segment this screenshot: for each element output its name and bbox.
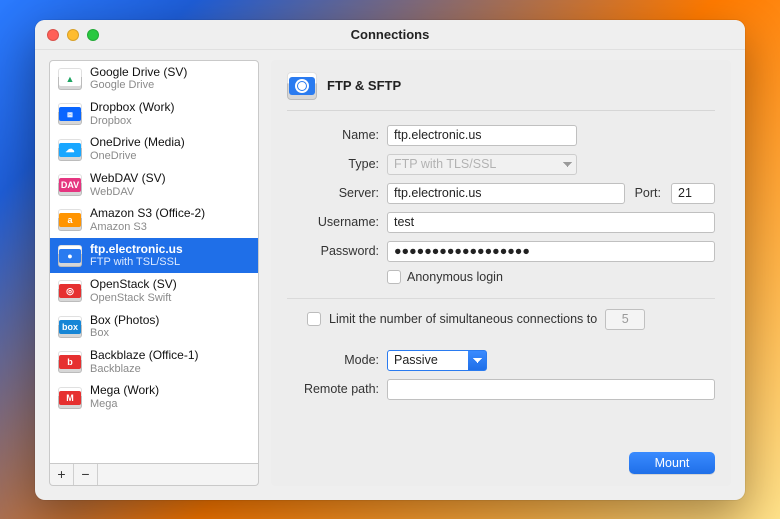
mount-button[interactable]: Mount <box>629 452 715 474</box>
list-item-subtitle: Backblaze <box>90 363 199 376</box>
remote-path-label: Remote path: <box>287 382 379 396</box>
limit-checkbox[interactable] <box>307 312 321 326</box>
connections-window: Connections ▲ Google Drive (SV)Google Dri… <box>35 20 745 500</box>
zoom-icon[interactable] <box>87 29 99 41</box>
box-icon: box <box>58 316 82 338</box>
panel-title: FTP & SFTP <box>327 78 401 93</box>
anonymous-login-row[interactable]: Anonymous login <box>387 270 715 284</box>
remove-connection-button[interactable]: − <box>74 464 98 485</box>
connection-form: Name: Type: FTP with TLS/SSL Server: Por… <box>287 125 715 400</box>
add-connection-button[interactable]: + <box>50 464 74 485</box>
limit-field[interactable] <box>605 309 645 330</box>
minimize-icon[interactable] <box>67 29 79 41</box>
list-item-title: Dropbox (Work) <box>90 101 174 115</box>
list-item[interactable]: ◎ OpenStack (SV)OpenStack Swift <box>50 273 258 308</box>
list-item-subtitle: Mega <box>90 398 159 411</box>
password-label: Password: <box>287 244 379 258</box>
port-field[interactable] <box>671 183 715 204</box>
mega-icon: M <box>58 387 82 409</box>
password-field[interactable] <box>387 241 715 262</box>
type-label: Type: <box>287 157 379 171</box>
list-item[interactable]: box Box (Photos)Box <box>50 309 258 344</box>
list-item[interactable]: ☁ OneDrive (Media)OneDrive <box>50 131 258 166</box>
mode-select[interactable]: Passive <box>387 350 487 371</box>
list-item-title: Google Drive (SV) <box>90 66 187 80</box>
anonymous-checkbox[interactable] <box>387 270 401 284</box>
list-item-subtitle: FTP with TSL/SSL <box>90 256 183 269</box>
name-label: Name: <box>287 128 379 142</box>
list-item[interactable]: ⧈ Dropbox (Work)Dropbox <box>50 96 258 131</box>
list-item-title: WebDAV (SV) <box>90 172 166 186</box>
list-item-title: OpenStack (SV) <box>90 278 177 292</box>
list-item[interactable]: b Backblaze (Office-1)Backblaze <box>50 344 258 379</box>
google-drive-icon: ▲ <box>58 68 82 90</box>
window-title: Connections <box>351 27 430 42</box>
server-field[interactable] <box>387 183 625 204</box>
list-item-title: ftp.electronic.us <box>90 243 183 257</box>
amazon-s3-icon: a <box>58 209 82 231</box>
type-select[interactable]: FTP with TLS/SSL <box>387 154 577 175</box>
connections-sidebar: ▲ Google Drive (SV)Google Drive ⧈ Dropbox (… <box>49 60 259 486</box>
list-item-subtitle: OpenStack Swift <box>90 292 177 305</box>
list-item[interactable]: M Mega (Work)Mega <box>50 379 258 414</box>
remote-path-field[interactable] <box>387 379 715 400</box>
list-item-subtitle: Amazon S3 <box>90 221 205 234</box>
ftp-icon: ● <box>58 245 82 267</box>
backblaze-icon: b <box>58 351 82 373</box>
name-field[interactable] <box>387 125 577 146</box>
ftp-icon <box>287 72 317 100</box>
list-item-subtitle: Box <box>90 327 159 340</box>
list-item[interactable]: a Amazon S3 (Office-2)Amazon S3 <box>50 202 258 237</box>
panel-header: FTP & SFTP <box>287 68 715 111</box>
list-footer: + − <box>49 464 259 486</box>
anonymous-label: Anonymous login <box>407 270 503 284</box>
port-label: Port: <box>635 186 661 200</box>
username-field[interactable] <box>387 212 715 233</box>
list-item[interactable]: DAV WebDAV (SV)WebDAV <box>50 167 258 202</box>
mode-label: Mode: <box>287 353 379 367</box>
list-item-title: OneDrive (Media) <box>90 136 185 150</box>
username-label: Username: <box>287 215 379 229</box>
connections-list[interactable]: ▲ Google Drive (SV)Google Drive ⧈ Dropbox (… <box>49 60 259 464</box>
titlebar: Connections <box>35 20 745 50</box>
traffic-lights <box>47 29 99 41</box>
list-item-title: Amazon S3 (Office-2) <box>90 207 205 221</box>
list-item-subtitle: Google Drive <box>90 79 187 92</box>
limit-label: Limit the number of simultaneous connect… <box>329 312 597 326</box>
onedrive-icon: ☁ <box>58 139 82 161</box>
list-item-title: Mega (Work) <box>90 384 159 398</box>
list-item[interactable]: ▲ Google Drive (SV)Google Drive <box>50 61 258 96</box>
server-label: Server: <box>287 186 379 200</box>
list-item[interactable]: ● ftp.electronic.usFTP with TSL/SSL <box>50 238 258 273</box>
close-icon[interactable] <box>47 29 59 41</box>
dropbox-icon: ⧈ <box>58 103 82 125</box>
openstack-icon: ◎ <box>58 280 82 302</box>
list-item-subtitle: OneDrive <box>90 150 185 163</box>
list-item-title: Backblaze (Office-1) <box>90 349 199 363</box>
list-item-subtitle: Dropbox <box>90 115 174 128</box>
list-item-subtitle: WebDAV <box>90 186 166 199</box>
list-item-title: Box (Photos) <box>90 314 159 328</box>
webdav-icon: DAV <box>58 174 82 196</box>
connection-detail-panel: FTP & SFTP Name: Type: FTP with TLS/SSL … <box>271 60 731 486</box>
